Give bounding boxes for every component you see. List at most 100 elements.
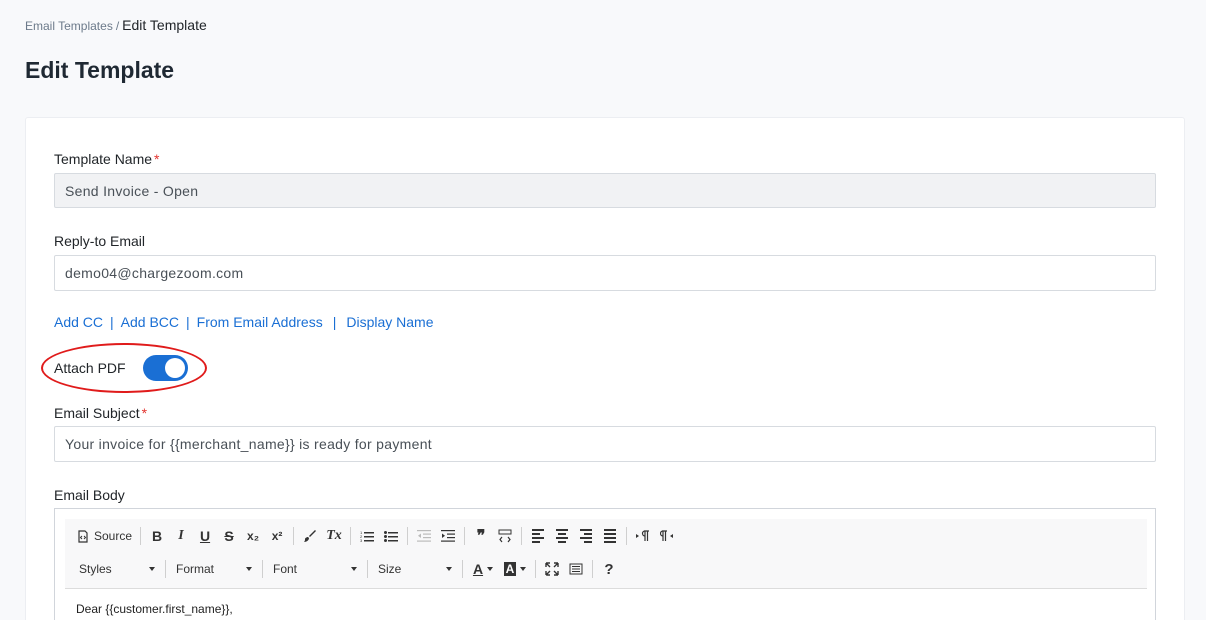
required-mark: * bbox=[141, 405, 148, 421]
link-separator: | bbox=[332, 314, 337, 330]
rich-text-editor: Source B I U S x₂ x² Tx 123 ❞ Styles For… bbox=[54, 508, 1156, 620]
email-subject-label: Email Subject * bbox=[54, 405, 147, 421]
align-right-button[interactable] bbox=[574, 524, 598, 548]
toolbar-separator bbox=[165, 560, 166, 578]
numbered-list-button[interactable]: 123 bbox=[355, 524, 379, 548]
align-left-icon bbox=[532, 529, 545, 543]
remove-format-button[interactable]: Tx bbox=[322, 524, 346, 548]
toolbar-separator bbox=[464, 527, 466, 545]
blockquote-icon: ❞ bbox=[476, 528, 486, 545]
reply-to-email-input[interactable]: demo04@chargezoom.com bbox=[54, 255, 1156, 291]
show-blocks-icon bbox=[569, 563, 583, 575]
reply-to-label: Reply-to Email bbox=[54, 233, 146, 249]
strikethrough-button[interactable]: S bbox=[217, 524, 241, 548]
div-container-icon bbox=[498, 529, 512, 543]
format-dropdown[interactable]: Format bbox=[170, 557, 258, 581]
background-color-button[interactable]: A bbox=[499, 557, 531, 581]
superscript-button[interactable]: x² bbox=[265, 524, 289, 548]
text-color-icon: A bbox=[472, 561, 484, 577]
link-separator: | bbox=[186, 314, 190, 330]
underline-button[interactable]: U bbox=[193, 524, 217, 548]
source-button[interactable]: Source bbox=[73, 524, 136, 548]
italic-icon: I bbox=[178, 528, 184, 543]
toolbar-separator bbox=[262, 560, 263, 578]
increase-indent-button[interactable] bbox=[436, 524, 460, 548]
help-button[interactable]: ? bbox=[597, 557, 621, 581]
from-email-address-link[interactable]: From Email Address bbox=[197, 314, 323, 330]
toolbar-row-1: Source B I U S x₂ x² Tx 123 ❞ bbox=[73, 524, 679, 548]
template-name-input[interactable]: Send Invoice - Open bbox=[54, 173, 1156, 208]
help-icon: ? bbox=[604, 560, 614, 578]
bold-icon: B bbox=[151, 528, 163, 544]
justify-icon bbox=[604, 529, 617, 543]
add-cc-link[interactable]: Add CC bbox=[54, 314, 103, 330]
toggle-knob bbox=[165, 358, 185, 378]
display-name-link[interactable]: Display Name bbox=[346, 314, 433, 330]
show-blocks-button[interactable] bbox=[564, 557, 588, 581]
email-subject-input[interactable]: Your invoice for {{merchant_name}} is re… bbox=[54, 426, 1156, 462]
breadcrumb-current: Edit Template bbox=[122, 17, 207, 33]
font-dropdown[interactable]: Font bbox=[267, 557, 363, 581]
justify-button[interactable] bbox=[598, 524, 622, 548]
breadcrumb: Email Templates / Edit Template bbox=[25, 17, 207, 33]
svg-text:3: 3 bbox=[360, 538, 363, 542]
template-name-label-text: Template Name bbox=[54, 151, 153, 167]
create-div-button[interactable] bbox=[493, 524, 517, 548]
maximize-button[interactable] bbox=[540, 557, 564, 581]
size-dropdown[interactable]: Size bbox=[372, 557, 458, 581]
toolbar-separator bbox=[626, 527, 628, 545]
strikethrough-icon: S bbox=[224, 528, 234, 544]
align-left-button[interactable] bbox=[526, 524, 550, 548]
text-direction-rtl-button[interactable] bbox=[655, 524, 679, 548]
breadcrumb-parent-link[interactable]: Email Templates bbox=[25, 19, 113, 33]
align-center-icon bbox=[556, 529, 569, 543]
subscript-button[interactable]: x₂ bbox=[241, 524, 265, 548]
superscript-icon: x² bbox=[271, 529, 283, 543]
chevron-down-icon bbox=[149, 567, 155, 571]
copy-formatting-button[interactable] bbox=[298, 524, 322, 548]
size-dropdown-label: Size bbox=[378, 562, 402, 576]
toolbar-separator bbox=[293, 527, 295, 545]
text-direction-ltr-button[interactable] bbox=[631, 524, 655, 548]
subscript-icon: x₂ bbox=[247, 529, 260, 543]
underline-icon: U bbox=[199, 528, 211, 544]
breadcrumb-separator: / bbox=[115, 19, 120, 33]
email-subject-label-text: Email Subject bbox=[54, 405, 140, 421]
template-name-label: Template Name * bbox=[54, 151, 160, 167]
styles-dropdown-label: Styles bbox=[79, 562, 112, 576]
bold-button[interactable]: B bbox=[145, 524, 169, 548]
chevron-down-icon bbox=[487, 567, 494, 571]
email-body-label: Email Body bbox=[54, 487, 125, 503]
ltr-direction-icon bbox=[636, 530, 650, 541]
editor-content[interactable]: Dear {{customer.first_name}}, bbox=[76, 602, 233, 616]
styles-dropdown[interactable]: Styles bbox=[73, 557, 161, 581]
attach-pdf-label: Attach PDF bbox=[54, 360, 126, 376]
attach-pdf-toggle[interactable] bbox=[143, 355, 188, 381]
toolbar-separator bbox=[140, 527, 142, 545]
paintbrush-icon bbox=[304, 530, 317, 542]
bullet-list-icon bbox=[384, 531, 399, 542]
page-title: Edit Template bbox=[25, 57, 175, 83]
toolbar-row-2: Styles Format Font Size A A ? bbox=[73, 557, 621, 581]
maximize-icon bbox=[545, 562, 559, 576]
decrease-indent-button[interactable] bbox=[412, 524, 436, 548]
background-color-icon: A bbox=[503, 562, 517, 576]
chevron-down-icon bbox=[520, 567, 527, 571]
format-dropdown-label: Format bbox=[176, 562, 215, 576]
source-label: Source bbox=[94, 529, 133, 543]
required-mark: * bbox=[154, 151, 160, 167]
numbered-list-icon: 123 bbox=[360, 530, 375, 542]
bullet-list-button[interactable] bbox=[379, 524, 403, 548]
font-dropdown-label: Font bbox=[273, 562, 298, 576]
toolbar-separator bbox=[462, 560, 463, 578]
add-bcc-link[interactable]: Add BCC bbox=[121, 314, 179, 330]
toolbar-separator bbox=[535, 560, 536, 578]
align-center-button[interactable] bbox=[550, 524, 574, 548]
toolbar-separator bbox=[350, 527, 352, 545]
text-color-button[interactable]: A bbox=[467, 557, 499, 581]
toolbar-separator bbox=[407, 527, 409, 545]
blockquote-button[interactable]: ❞ bbox=[469, 524, 493, 548]
link-separator: | bbox=[110, 314, 114, 330]
editor-toolbar: Source B I U S x₂ x² Tx 123 ❞ Styles For… bbox=[65, 519, 1147, 589]
italic-button[interactable]: I bbox=[169, 524, 193, 548]
